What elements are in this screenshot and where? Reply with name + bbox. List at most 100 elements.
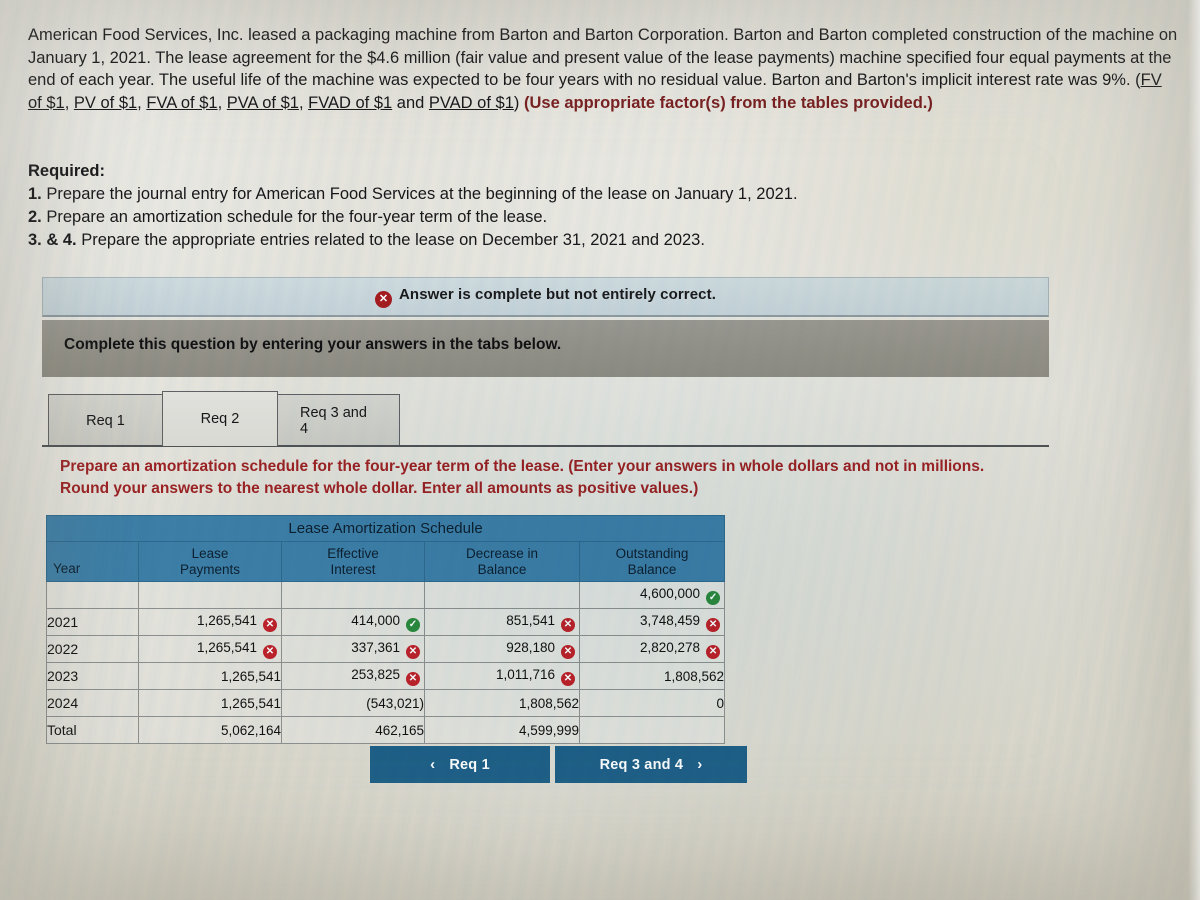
column-header-lease-payments: Lease Payments <box>138 541 282 582</box>
cell-lease-payment[interactable] <box>138 581 282 609</box>
problem-fragment-2: , <box>64 93 74 112</box>
cell-lease-payment[interactable]: 1,265,541 <box>138 662 282 690</box>
requirement-tabs: Req 1 Req 2 Req 3 and 4 <box>48 391 400 446</box>
cell-effective-interest[interactable]: 414,000 ✓ <box>281 608 425 636</box>
incorrect-mark-icon: ✕ <box>263 617 277 632</box>
requirement-instruction-line-1: Prepare an amortization schedule for the… <box>60 458 985 475</box>
chevron-right-icon: › <box>697 756 703 773</box>
cell-decrease-in-balance[interactable]: 928,180 ✕ <box>424 635 580 663</box>
incorrect-mark-icon: ✕ <box>406 671 420 686</box>
column-header-outstanding-balance-line2: Balance <box>627 561 677 577</box>
table-row: 2022 1,265,541 ✕ 337,361 ✕ 928,180 ✕ 2,820,278 ✕ <box>46 635 726 663</box>
table-header-row: Year Lease Payments Effective Interest D… <box>46 541 726 582</box>
prev-req-button[interactable]: ‹ Req 1 <box>370 746 550 783</box>
cell-effective-interest[interactable]: 462,165 <box>281 716 425 744</box>
cell-decrease-in-balance[interactable]: 1,011,716 ✕ <box>424 662 580 690</box>
cell-lease-payment[interactable]: 1,265,541 ✕ <box>138 608 282 636</box>
problem-fragment-10: and <box>392 93 429 112</box>
cell-effective-interest[interactable] <box>281 581 425 609</box>
problem-fragment-8: , <box>298 93 309 112</box>
problem-fragment-3[interactable]: PV of $1 <box>74 94 137 112</box>
problem-fragment-12: ) <box>513 93 524 112</box>
required-item-2-text: Prepare an amortization schedule for the… <box>41 208 548 226</box>
problem-statement: American Food Services, Inc. leased a pa… <box>28 24 1178 114</box>
correct-mark-icon: ✓ <box>406 617 420 632</box>
cell-effective-interest-value: (543,021) <box>366 695 424 711</box>
column-header-outstanding-balance: Outstanding Balance <box>578 541 726 582</box>
incorrect-mark-icon: ✕ <box>561 644 575 659</box>
tab-req-3-and-4[interactable]: Req 3 and 4 <box>277 394 400 446</box>
cell-effective-interest[interactable]: 253,825 ✕ <box>281 662 425 690</box>
column-header-outstanding-balance-line1: Outstanding <box>615 545 689 561</box>
cell-effective-interest[interactable]: (543,021) <box>281 689 425 717</box>
tab-req-1[interactable]: Req 1 <box>48 394 163 446</box>
table-title: Lease Amortization Schedule <box>45 515 726 542</box>
column-header-decrease-in-balance-line1: Decrease in <box>465 545 539 561</box>
instruction-band-text: Complete this question by entering your … <box>64 336 562 353</box>
cell-decrease-in-balance[interactable]: 851,541 ✕ <box>424 608 580 636</box>
next-req-button[interactable]: Req 3 and 4 › <box>555 746 747 783</box>
cell-outstanding-balance[interactable]: 0 <box>578 689 726 717</box>
required-section: Required: 1. Prepare the journal entry f… <box>28 160 1028 252</box>
column-header-decrease-in-balance: Decrease in Balance <box>424 541 580 582</box>
cell-decrease-in-balance-value: 1,011,716 <box>495 666 555 682</box>
cell-outstanding-balance[interactable]: 4,600,000 ✓ <box>578 581 726 609</box>
cell-year: Total <box>46 716 139 744</box>
instruction-band: Complete this question by entering your … <box>42 320 1049 377</box>
table-row: 2023 1,265,541 253,825 ✕ 1,011,716 ✕ 1,808,562 <box>46 662 726 690</box>
problem-fragment-5[interactable]: FVA of $1 <box>146 94 217 112</box>
prev-req-button-label: Req 1 <box>449 756 490 773</box>
cell-year: 2021 <box>46 608 139 636</box>
cell-lease-payment-value: 1,265,541 <box>220 695 281 711</box>
problem-fragment-0: American Food Services, Inc. leased a pa… <box>28 26 1178 89</box>
table-row: 2021 1,265,541 ✕ 414,000 ✓ 851,541 ✕ 3,748,459 ✕ <box>46 608 726 636</box>
incorrect-mark-icon: ✕ <box>561 671 575 686</box>
required-heading: Required: <box>28 162 106 180</box>
cell-decrease-in-balance-value: 1,808,562 <box>518 695 579 711</box>
problem-fragment-9[interactable]: FVAD of $1 <box>308 94 392 112</box>
answer-status-banner: ✕ Answer is complete but not entirely cor… <box>42 277 1049 317</box>
cell-decrease-in-balance[interactable]: 4,599,999 <box>424 716 580 744</box>
cell-lease-payment[interactable]: 5,062,164 <box>138 716 282 744</box>
cell-decrease-in-balance[interactable]: 1,808,562 <box>424 689 580 717</box>
table-row: Total 5,062,164 462,165 4,599,999 <box>46 716 726 744</box>
incorrect-mark-icon: ✕ <box>706 644 721 659</box>
cell-effective-interest[interactable]: 337,361 ✕ <box>281 635 425 663</box>
problem-fragment-7[interactable]: PVA of $1 <box>227 94 299 112</box>
cell-year: 2022 <box>46 635 139 663</box>
required-item-2-number: 2. <box>28 208 42 226</box>
required-item-1-number: 1. <box>28 185 42 203</box>
lease-amortization-table: Lease Amortization Schedule Year Lease P… <box>45 515 726 744</box>
cell-lease-payment[interactable]: 1,265,541 <box>138 689 282 717</box>
required-item-1: 1. Prepare the journal entry for America… <box>28 183 1028 206</box>
cell-outstanding-balance[interactable]: 3,748,459 ✕ <box>578 608 726 636</box>
cell-outstanding-balance-value: 0 <box>716 695 725 711</box>
cell-outstanding-balance[interactable]: 2,820,278 ✕ <box>578 635 726 663</box>
required-item-3-text: Prepare the appropriate entries related … <box>76 231 705 249</box>
requirement-instruction: Prepare an amortization schedule for the… <box>60 456 1050 500</box>
problem-fragment-11[interactable]: PVAD of $1 <box>429 94 514 112</box>
column-header-lease-payments-line1: Lease <box>191 545 229 561</box>
table-row: 2024 1,265,541 (543,021) 1,808,562 0 <box>46 689 726 717</box>
cell-lease-payment-value: 5,062,164 <box>220 722 281 738</box>
table-body: 4,600,000 ✓ 2021 1,265,541 ✕ 414,000 ✓ 851,541 ✕… <box>46 581 726 744</box>
tab-req-2[interactable]: Req 2 <box>162 391 278 446</box>
cell-outstanding-balance[interactable] <box>578 716 726 744</box>
requirement-instruction-line-2: Round your answers to the nearest whole … <box>60 480 699 497</box>
next-req-button-label: Req 3 and 4 <box>599 756 684 773</box>
cell-year: 2024 <box>46 689 139 717</box>
x-circle-icon: ✕ <box>375 290 392 308</box>
page-right-edge <box>1188 0 1200 900</box>
cell-outstanding-balance-value: 4,600,000 <box>640 585 701 601</box>
cell-effective-interest-value: 337,361 <box>351 639 400 655</box>
cell-outstanding-balance-value: 1,808,562 <box>664 668 725 684</box>
column-header-year: Year <box>46 541 139 582</box>
cell-lease-payment-value: 1,265,541 <box>196 612 257 628</box>
cell-effective-interest-value: 253,825 <box>351 666 400 682</box>
table-title-row: Lease Amortization Schedule <box>45 515 726 542</box>
cell-decrease-in-balance-value: 928,180 <box>506 639 555 655</box>
cell-outstanding-balance[interactable]: 1,808,562 <box>578 662 726 690</box>
cell-lease-payment[interactable]: 1,265,541 ✕ <box>138 635 282 663</box>
cell-decrease-in-balance[interactable] <box>424 581 580 609</box>
problem-fragment-6: , <box>217 93 227 112</box>
